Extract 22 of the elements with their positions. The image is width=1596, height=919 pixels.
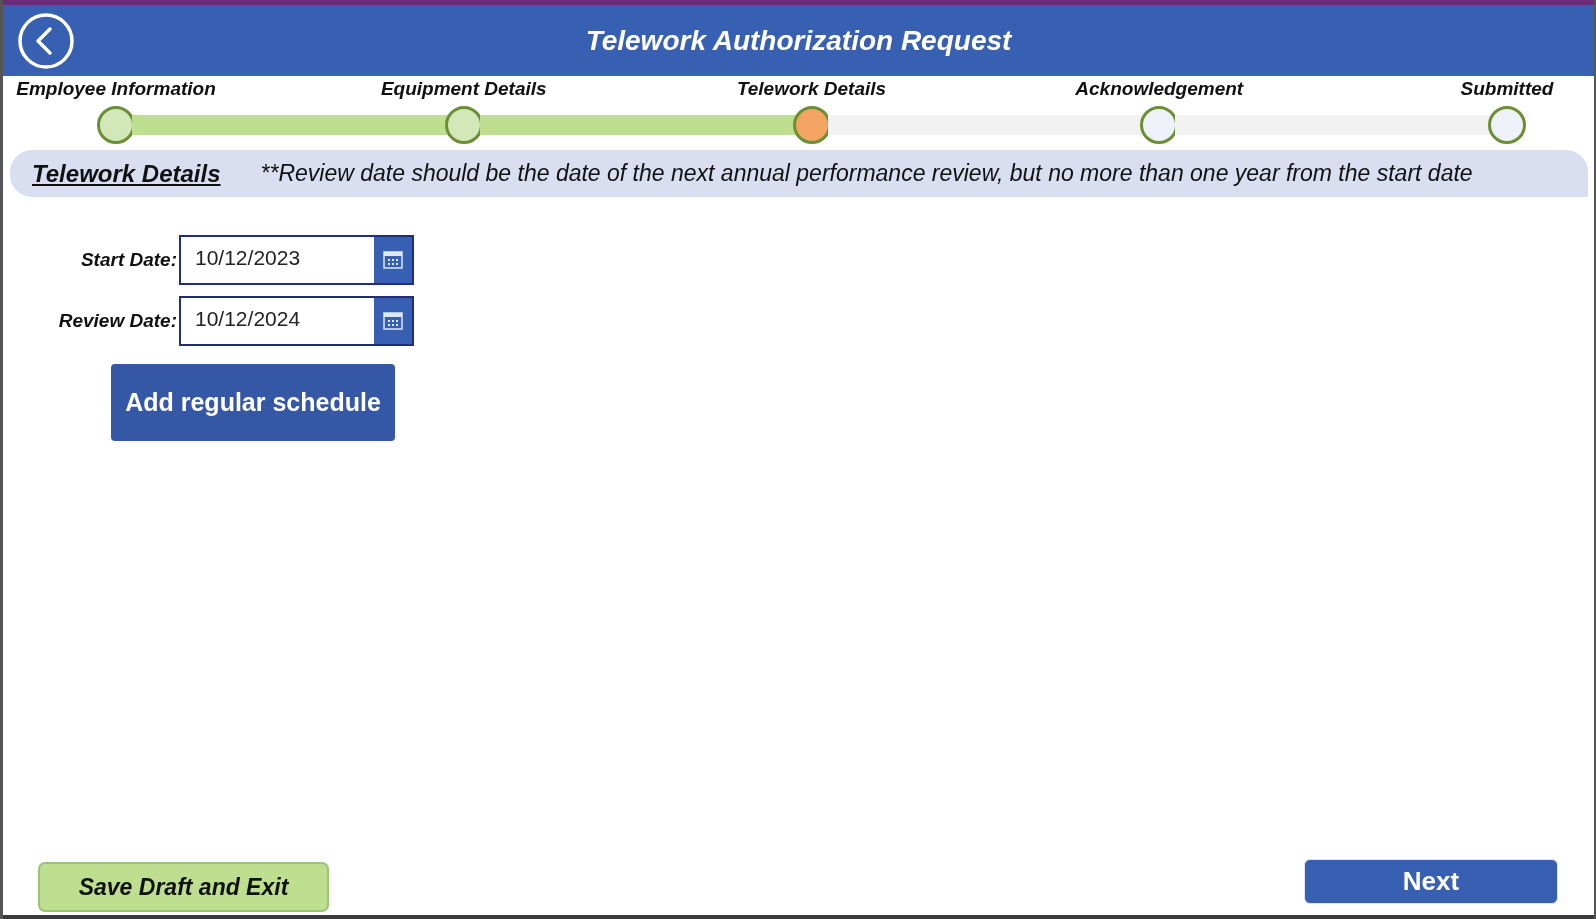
section-title: Telework Details	[32, 159, 221, 188]
field-label: Start Date:	[79, 249, 178, 271]
save-draft-button[interactable]: Save Draft and Exit	[38, 862, 329, 912]
step-label: Telework Details	[736, 78, 887, 100]
step-label: Employee Information	[16, 78, 216, 100]
step-circle[interactable]	[1488, 106, 1526, 144]
date-field[interactable]: 10/12/2024	[179, 296, 414, 346]
back-icon[interactable]	[17, 11, 75, 70]
step-label: Submitted	[1460, 78, 1554, 100]
next-button[interactable]: Next	[1304, 858, 1558, 904]
step-label: Equipment Details	[380, 78, 547, 100]
calendar-icon[interactable]	[383, 251, 403, 269]
step-circle[interactable]	[97, 106, 135, 144]
date-field[interactable]: 10/12/2023	[179, 235, 414, 285]
step-label: Acknowledgement	[1075, 78, 1244, 100]
calendar-icon[interactable]	[383, 312, 403, 330]
page-title: Telework Authorization Request	[585, 24, 1012, 57]
add-schedule-button[interactable]: Add regular schedule	[111, 364, 395, 441]
step-circle[interactable]	[792, 106, 831, 144]
step-circle[interactable]	[444, 106, 483, 144]
field-label: Review Date:	[57, 310, 178, 332]
note-text: **Review date should be the date of the next annual performance review, but no more than one year from the start date	[260, 160, 1473, 187]
